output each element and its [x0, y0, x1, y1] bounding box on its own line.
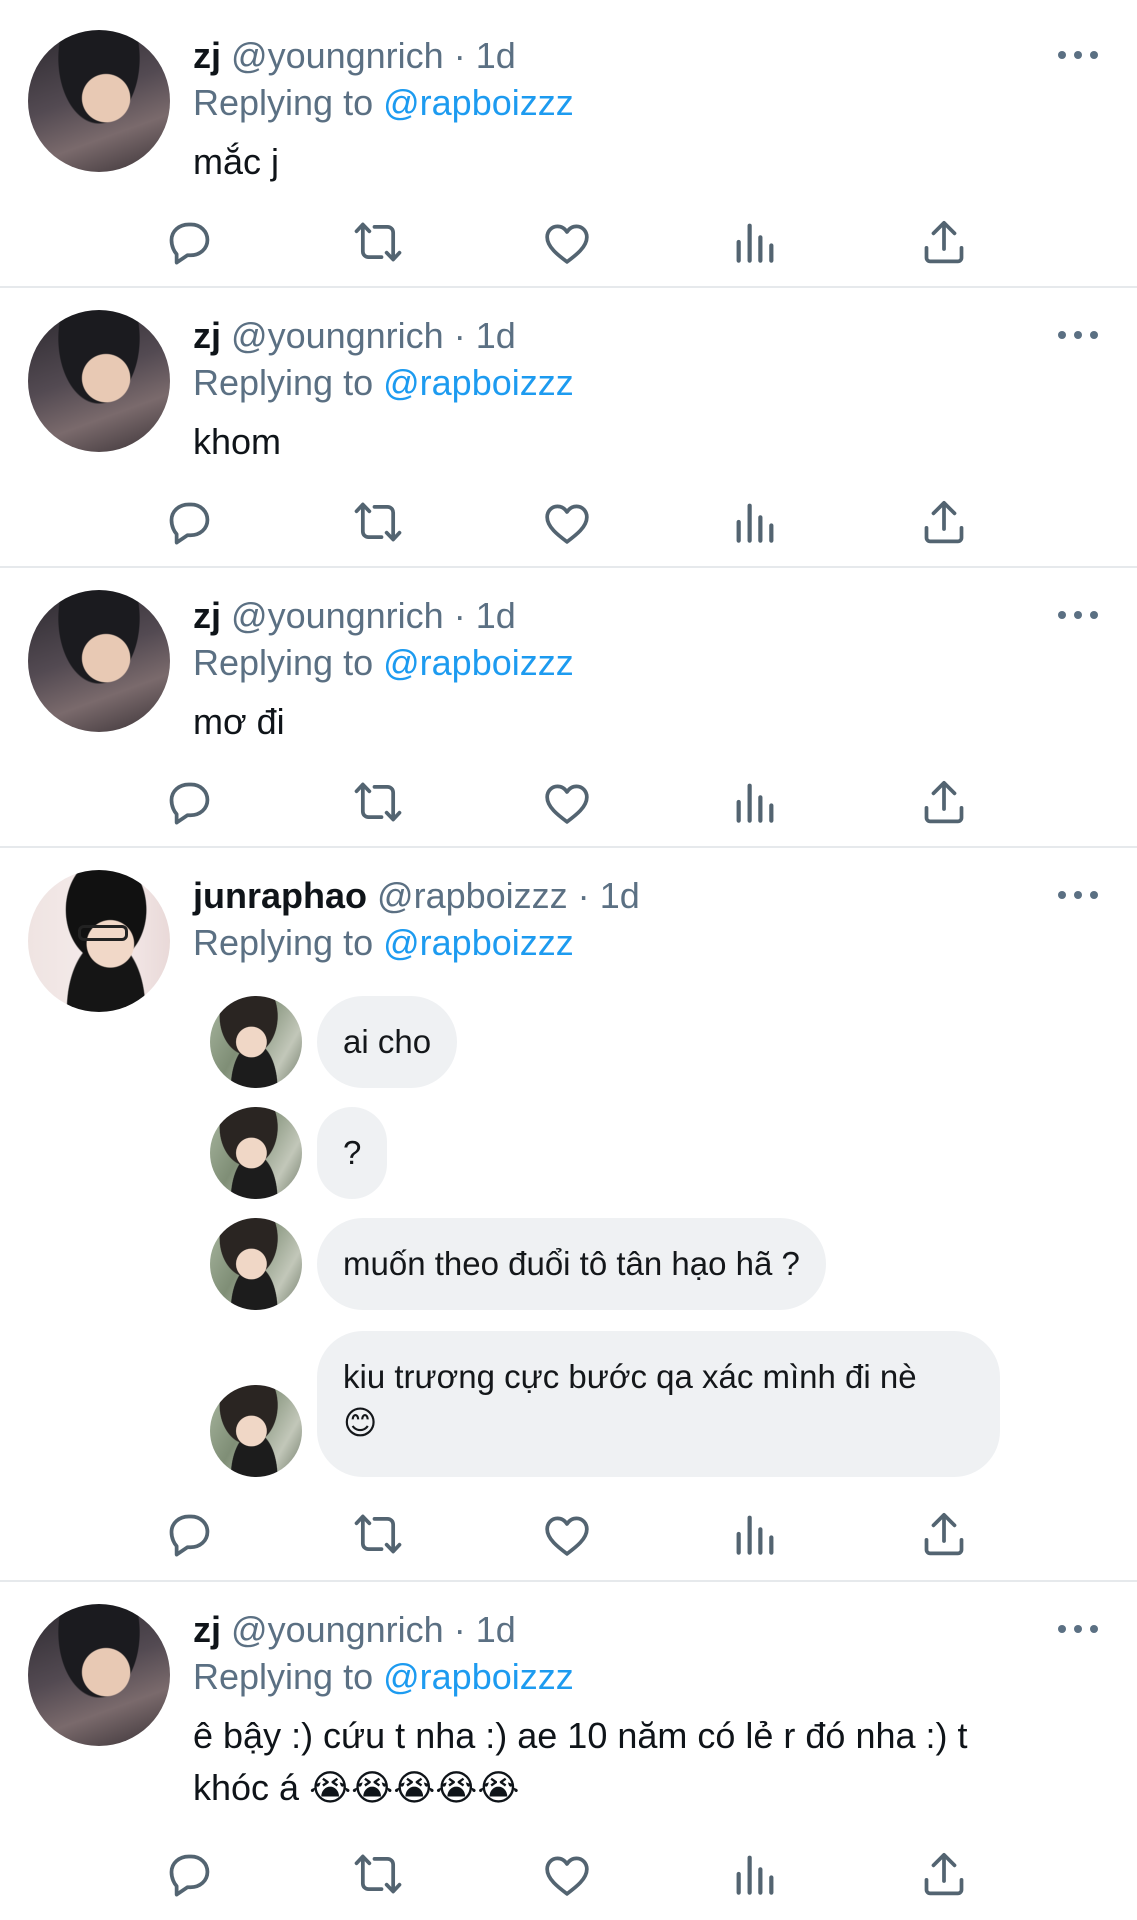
more-icon[interactable] — [1058, 1623, 1098, 1635]
retweet-icon — [350, 1854, 406, 1906]
analytics-icon — [727, 1855, 783, 1906]
display-name[interactable]: zj — [193, 1609, 221, 1650]
replying-to: Replying to @rapboizzz — [193, 1655, 574, 1699]
like-button[interactable] — [539, 1846, 595, 1902]
tweet[interactable]: zj @youngnrich · 1d Replying to @rapboiz… — [0, 0, 1137, 1920]
replying-handle-link[interactable]: @rapboizzz — [383, 1656, 574, 1697]
reply-icon — [161, 1854, 217, 1906]
tweet-text: ê bậy :) cứu t nha :) ae 10 năm có lẻ r … — [193, 1715, 968, 1808]
tweet-header: zj @youngnrich · 1d — [193, 1608, 516, 1652]
reply-button[interactable] — [161, 1846, 217, 1902]
heart-icon — [539, 1856, 595, 1906]
retweet-button[interactable] — [350, 1846, 406, 1902]
separator-dot: · — [453, 1609, 466, 1650]
user-handle[interactable]: @youngnrich — [231, 1609, 444, 1650]
views-button[interactable] — [727, 1846, 783, 1902]
timestamp[interactable]: 1d — [476, 1609, 516, 1650]
share-icon — [916, 1853, 972, 1906]
avatar[interactable] — [28, 1604, 170, 1746]
action-bar — [0, 1846, 1137, 1902]
replying-prefix: Replying to — [193, 1656, 374, 1697]
share-button[interactable] — [916, 1846, 972, 1902]
